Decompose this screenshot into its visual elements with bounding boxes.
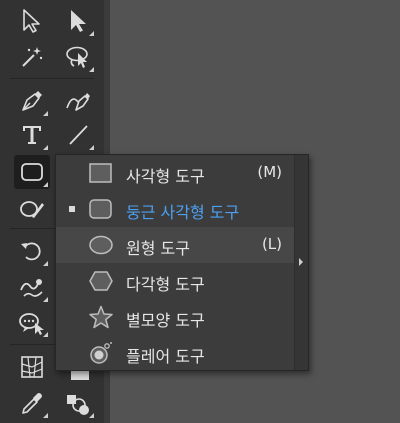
- menu-item-label: 다각형 도구: [126, 275, 205, 294]
- shaper-tool-button[interactable]: [14, 191, 50, 225]
- selection-tool-button[interactable]: [14, 4, 50, 38]
- menu-item-shortcut: (M): [257, 163, 282, 181]
- warp-tool-icon: [20, 279, 43, 297]
- flyout-indicator-icon: [89, 31, 94, 36]
- flyout-indicator-icon: [89, 413, 94, 418]
- pen-tool-icon: [22, 91, 42, 111]
- menu-item-label: 원형 도구: [126, 239, 190, 258]
- polygon-icon: [87, 269, 115, 293]
- current-tool-bullet: [69, 206, 75, 212]
- menu-item-polygon-tool[interactable]: 다각형 도구: [56, 263, 294, 299]
- flyout-indicator-icon: [43, 145, 48, 150]
- rotate-tool-button[interactable]: [14, 234, 50, 268]
- line-segment-tool-icon: [69, 125, 88, 145]
- selection-tool-icon: [23, 9, 40, 33]
- type-tool-button[interactable]: [14, 118, 50, 152]
- menu-item-flare-tool[interactable]: 플레어 도구: [56, 335, 294, 371]
- warp-tool-button[interactable]: [14, 270, 50, 304]
- eyedropper-tool-button[interactable]: [14, 386, 50, 420]
- perspective-grid-tool-button[interactable]: [14, 350, 50, 384]
- menu-item-ellipse-tool[interactable]: 원형 도구 (L): [56, 227, 294, 263]
- tearoff-arrow-icon: [299, 258, 303, 266]
- lasso-tool-button[interactable]: [60, 40, 96, 74]
- line-segment-tool-button[interactable]: [60, 118, 96, 152]
- magic-wand-tool-button[interactable]: [14, 40, 50, 74]
- ellipse-icon: [87, 233, 115, 257]
- direct-selection-tool-icon: [71, 10, 86, 32]
- shape-tools-flyout: 사각형 도구 (M) 둥근 사각형 도구 원형 도구 (L) 다각형 도구 별모…: [55, 154, 309, 371]
- shaper-tool-icon: [20, 201, 44, 218]
- menu-item-star-tool[interactable]: 별모양 도구: [56, 299, 294, 335]
- eyedropper-tool-icon: [22, 393, 42, 414]
- flyout-indicator-icon: [43, 111, 48, 116]
- flyout-indicator-icon: [43, 261, 48, 266]
- menu-item-label: 별모양 도구: [126, 311, 205, 330]
- tearoff-button[interactable]: [294, 155, 308, 370]
- flyout-indicator-icon: [43, 182, 48, 187]
- menu-item-label: 사각형 도구: [126, 167, 205, 186]
- star-icon: [87, 305, 115, 329]
- pen-tool-button[interactable]: [14, 84, 50, 118]
- perspective-grid-tool-icon: [21, 356, 43, 378]
- curvature-tool-button[interactable]: [60, 84, 96, 118]
- shape-builder-tool-icon: [67, 395, 89, 415]
- magic-wand-tool-icon: [22, 47, 43, 67]
- menu-item-label: 둥근 사각형 도구: [126, 203, 240, 222]
- rectangle-tool-icon: [21, 163, 43, 181]
- rounded-rectangle-icon: [87, 197, 115, 221]
- flyout-indicator-icon: [89, 67, 94, 72]
- free-transform-tool-button[interactable]: [14, 305, 50, 339]
- rotate-tool-icon: [21, 242, 41, 261]
- menu-item-label: 플레어 도구: [126, 347, 205, 366]
- direct-selection-tool-button[interactable]: [60, 4, 96, 38]
- menu-item-shortcut: (L): [261, 235, 282, 253]
- type-tool-icon: [23, 126, 41, 144]
- rectangle-tool-button[interactable]: [14, 155, 50, 189]
- shape-builder-tool-button[interactable]: [60, 386, 96, 420]
- curvature-tool-icon: [66, 93, 90, 111]
- rectangle-icon: [87, 161, 115, 185]
- flyout-indicator-icon: [89, 145, 94, 150]
- flyout-indicator-icon: [43, 332, 48, 337]
- menu-item-rectangle-tool[interactable]: 사각형 도구 (M): [56, 155, 294, 191]
- flyout-indicator-icon: [43, 413, 48, 418]
- flyout-indicator-icon: [43, 297, 48, 302]
- menu-item-rounded-rectangle-tool[interactable]: 둥근 사각형 도구: [56, 191, 294, 227]
- flare-icon: [87, 341, 115, 365]
- toolbar-divider: [10, 78, 94, 79]
- lasso-tool-icon: [66, 46, 88, 68]
